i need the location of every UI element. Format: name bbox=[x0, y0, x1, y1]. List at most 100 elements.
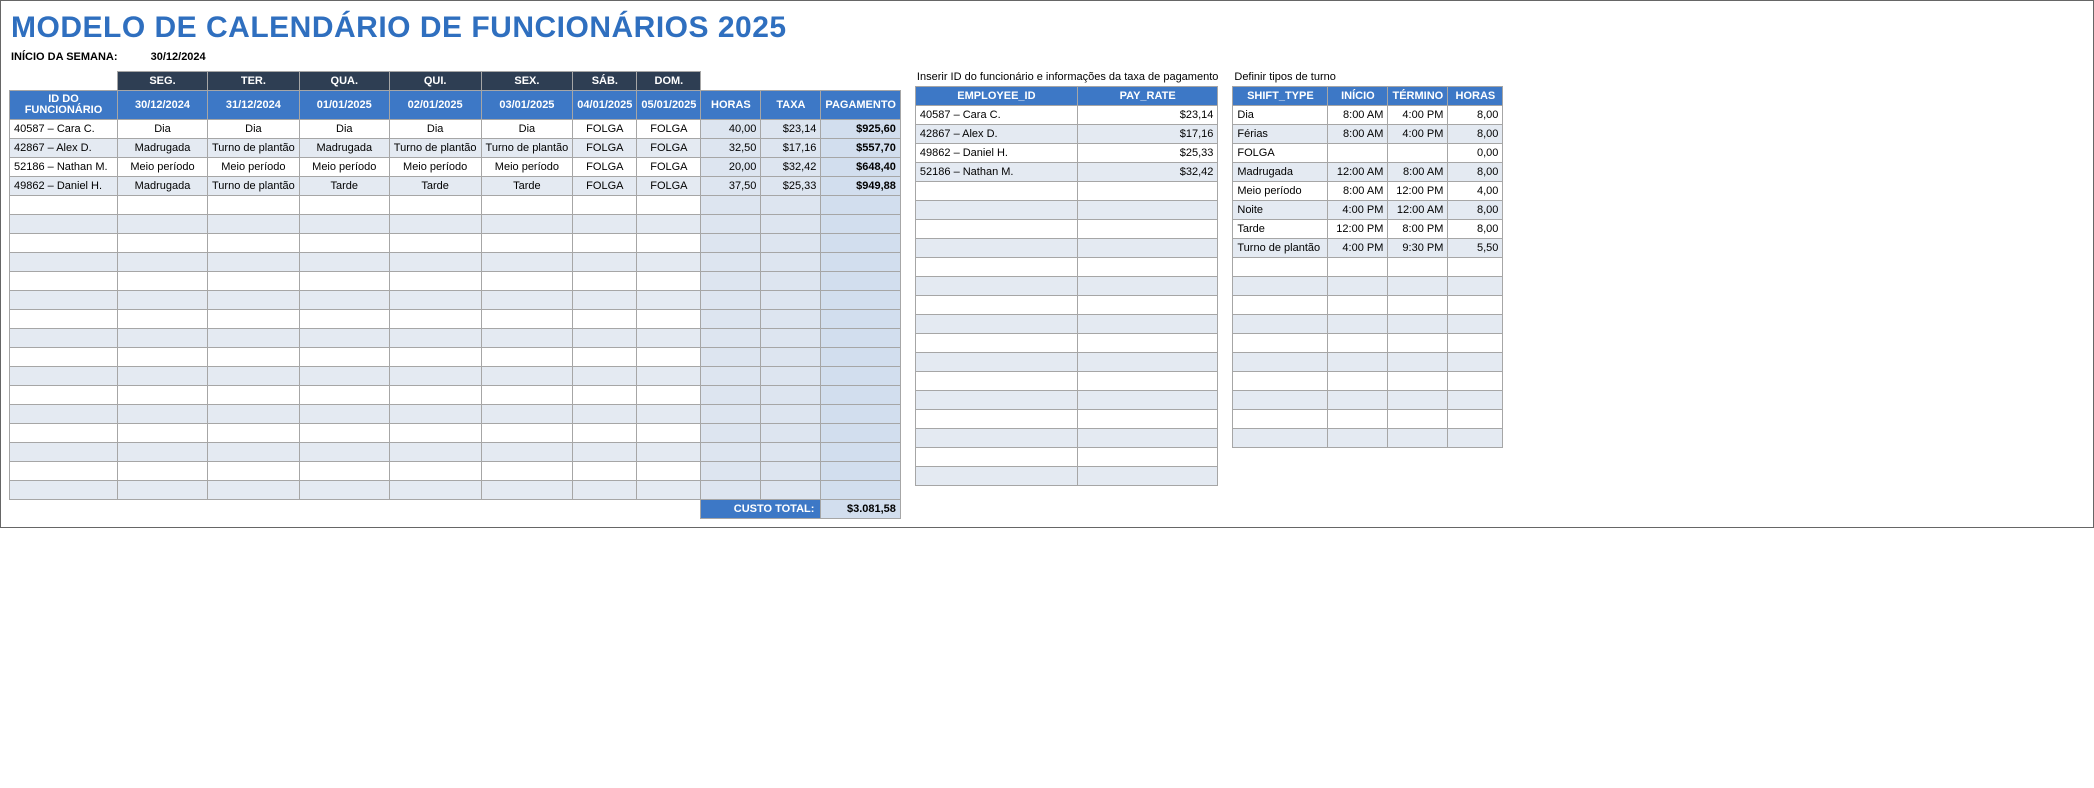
shift-cell[interactable] bbox=[299, 405, 389, 424]
shift-cell[interactable] bbox=[118, 367, 208, 386]
shift-cell[interactable]: Madrugada bbox=[299, 139, 389, 158]
shift-type-cell[interactable]: Madrugada bbox=[1233, 163, 1328, 182]
shift-start-cell[interactable] bbox=[1328, 334, 1388, 353]
shift-cell[interactable] bbox=[299, 481, 389, 500]
shift-cell[interactable] bbox=[208, 424, 300, 443]
shift-start-cell[interactable] bbox=[1328, 258, 1388, 277]
shift-type-cell[interactable]: FOLGA bbox=[1233, 144, 1328, 163]
shift-cell[interactable] bbox=[208, 481, 300, 500]
employee-id-cell[interactable] bbox=[10, 272, 118, 291]
emp-rate-cell[interactable] bbox=[1077, 467, 1217, 486]
shift-start-cell[interactable] bbox=[1328, 277, 1388, 296]
emp-id-cell[interactable] bbox=[915, 334, 1077, 353]
shift-cell[interactable] bbox=[481, 424, 573, 443]
shift-end-cell[interactable] bbox=[1388, 334, 1448, 353]
shift-cell[interactable]: Dia bbox=[118, 120, 208, 139]
shift-cell[interactable] bbox=[637, 234, 701, 253]
emp-id-cell[interactable] bbox=[915, 410, 1077, 429]
week-start-value[interactable]: 30/12/2024 bbox=[151, 51, 206, 63]
emp-id-cell[interactable] bbox=[915, 391, 1077, 410]
emp-rate-cell[interactable] bbox=[1077, 448, 1217, 467]
shift-cell[interactable] bbox=[299, 291, 389, 310]
shift-cell[interactable] bbox=[299, 272, 389, 291]
shift-cell[interactable]: Dia bbox=[299, 120, 389, 139]
employee-id-cell[interactable] bbox=[10, 443, 118, 462]
shift-cell[interactable] bbox=[481, 215, 573, 234]
employee-id-cell[interactable] bbox=[10, 234, 118, 253]
shift-cell[interactable] bbox=[481, 310, 573, 329]
shift-cell[interactable] bbox=[118, 310, 208, 329]
emp-id-cell[interactable] bbox=[915, 239, 1077, 258]
emp-rate-cell[interactable] bbox=[1077, 315, 1217, 334]
shift-cell[interactable] bbox=[573, 405, 637, 424]
shift-start-cell[interactable] bbox=[1328, 315, 1388, 334]
emp-id-cell[interactable]: 42867 – Alex D. bbox=[915, 125, 1077, 144]
shift-cell[interactable] bbox=[299, 367, 389, 386]
shift-start-cell[interactable] bbox=[1328, 144, 1388, 163]
shift-cell[interactable]: FOLGA bbox=[637, 120, 701, 139]
shift-cell[interactable] bbox=[389, 348, 481, 367]
shift-cell[interactable] bbox=[573, 234, 637, 253]
shift-cell[interactable]: Tarde bbox=[481, 177, 573, 196]
employee-id-cell[interactable] bbox=[10, 329, 118, 348]
shift-cell[interactable] bbox=[208, 272, 300, 291]
shift-cell[interactable] bbox=[481, 329, 573, 348]
shift-start-cell[interactable] bbox=[1328, 353, 1388, 372]
shift-cell[interactable]: Turno de plantão bbox=[208, 139, 300, 158]
shift-cell[interactable] bbox=[118, 291, 208, 310]
shift-cell[interactable] bbox=[118, 405, 208, 424]
shift-cell[interactable]: FOLGA bbox=[573, 120, 637, 139]
shift-cell[interactable] bbox=[637, 329, 701, 348]
shift-cell[interactable] bbox=[637, 215, 701, 234]
shift-cell[interactable] bbox=[299, 234, 389, 253]
shift-end-cell[interactable] bbox=[1388, 296, 1448, 315]
shift-cell[interactable] bbox=[389, 367, 481, 386]
shift-end-cell[interactable] bbox=[1388, 144, 1448, 163]
shift-cell[interactable]: Meio período bbox=[389, 158, 481, 177]
shift-cell[interactable]: Turno de plantão bbox=[481, 139, 573, 158]
emp-id-cell[interactable] bbox=[915, 448, 1077, 467]
shift-cell[interactable] bbox=[389, 462, 481, 481]
shift-type-cell[interactable]: Férias bbox=[1233, 125, 1328, 144]
shift-cell[interactable] bbox=[637, 272, 701, 291]
emp-id-cell[interactable] bbox=[915, 277, 1077, 296]
shift-cell[interactable] bbox=[118, 253, 208, 272]
emp-id-cell[interactable] bbox=[915, 182, 1077, 201]
shift-end-cell[interactable] bbox=[1388, 258, 1448, 277]
emp-id-cell[interactable]: 49862 – Daniel H. bbox=[915, 144, 1077, 163]
shift-cell[interactable] bbox=[637, 424, 701, 443]
shift-cell[interactable] bbox=[573, 215, 637, 234]
shift-end-cell[interactable]: 4:00 PM bbox=[1388, 106, 1448, 125]
emp-id-cell[interactable]: 40587 – Cara C. bbox=[915, 106, 1077, 125]
shift-type-cell[interactable]: Turno de plantão bbox=[1233, 239, 1328, 258]
shift-cell[interactable] bbox=[573, 310, 637, 329]
shift-cell[interactable] bbox=[573, 272, 637, 291]
emp-rate-cell[interactable] bbox=[1077, 410, 1217, 429]
employee-id-cell[interactable] bbox=[10, 196, 118, 215]
shift-cell[interactable] bbox=[299, 348, 389, 367]
employee-id-cell[interactable] bbox=[10, 310, 118, 329]
shift-type-cell[interactable]: Meio período bbox=[1233, 182, 1328, 201]
emp-id-cell[interactable] bbox=[915, 429, 1077, 448]
shift-cell[interactable] bbox=[118, 443, 208, 462]
shift-end-cell[interactable] bbox=[1388, 429, 1448, 448]
shift-cell[interactable] bbox=[208, 386, 300, 405]
shift-cell[interactable]: Madrugada bbox=[118, 177, 208, 196]
shift-cell[interactable] bbox=[481, 291, 573, 310]
emp-rate-cell[interactable] bbox=[1077, 220, 1217, 239]
shift-end-cell[interactable]: 4:00 PM bbox=[1388, 125, 1448, 144]
shift-type-cell[interactable] bbox=[1233, 315, 1328, 334]
shift-cell[interactable]: FOLGA bbox=[637, 158, 701, 177]
shift-cell[interactable] bbox=[637, 253, 701, 272]
shift-cell[interactable] bbox=[481, 481, 573, 500]
shift-cell[interactable] bbox=[208, 234, 300, 253]
shift-cell[interactable] bbox=[389, 386, 481, 405]
shift-cell[interactable]: Meio período bbox=[299, 158, 389, 177]
shift-start-cell[interactable]: 8:00 AM bbox=[1328, 182, 1388, 201]
shift-end-cell[interactable]: 8:00 AM bbox=[1388, 163, 1448, 182]
employee-id-cell[interactable] bbox=[10, 348, 118, 367]
shift-start-cell[interactable]: 12:00 PM bbox=[1328, 220, 1388, 239]
shift-cell[interactable] bbox=[208, 196, 300, 215]
shift-cell[interactable] bbox=[118, 424, 208, 443]
shift-type-cell[interactable] bbox=[1233, 353, 1328, 372]
